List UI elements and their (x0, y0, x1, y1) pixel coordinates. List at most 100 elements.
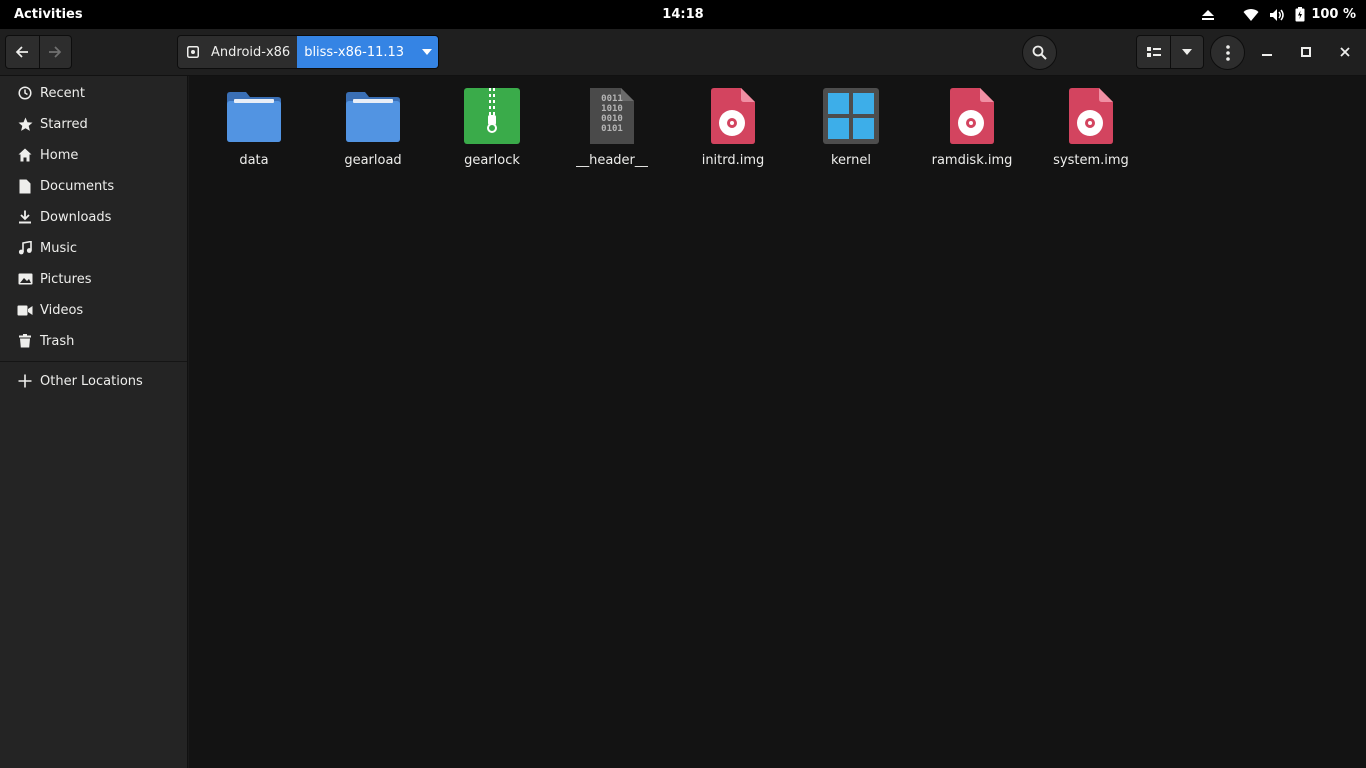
svg-text:0011: 0011 (601, 94, 623, 104)
video-icon (16, 305, 34, 316)
drive-icon (187, 46, 199, 58)
dropdown-arrow-icon (422, 49, 433, 55)
disk-image-icon (701, 86, 765, 146)
trash-icon (16, 334, 34, 348)
clock-container: 14:18 (0, 0, 1366, 29)
sidebar-item-label: Music (40, 240, 77, 256)
clock[interactable]: 14:18 (662, 7, 703, 22)
file-name: kernel (830, 153, 872, 168)
maximize-icon (1301, 47, 1311, 57)
header-bar: Android-x86 bliss-x86-11.13 (0, 29, 1366, 76)
file-name: gearload (344, 153, 402, 168)
file-name: gearlock (464, 153, 520, 168)
star-icon (16, 117, 34, 132)
sidebar-item-documents[interactable]: Documents (0, 171, 187, 201)
svg-text:0101: 0101 (601, 124, 623, 134)
home-icon (16, 148, 34, 162)
sidebar-item-label: Trash (40, 333, 75, 349)
minimize-icon (1262, 54, 1272, 56)
battery-percentage: 100 % (1311, 7, 1356, 22)
file-name: ramdisk.img (931, 153, 1013, 168)
sidebar-item-recent[interactable]: Recent (0, 78, 187, 108)
battery-icon[interactable] (1295, 7, 1305, 22)
path-crumb-current-label: bliss-x86-11.13 (304, 44, 405, 60)
folder-icon (341, 86, 405, 146)
sidebar: Recent Starred Home Documents Downloads … (0, 76, 188, 768)
file-name: __header__ (576, 153, 648, 168)
top-bar: Activities 14:18 100 % (0, 0, 1366, 29)
kebab-menu-icon (1225, 44, 1230, 61)
wifi-icon[interactable] (1243, 8, 1259, 22)
binary-file-icon: 0011 1010 0010 0101 (580, 86, 644, 146)
sidebar-item-videos[interactable]: Videos (0, 295, 187, 325)
system-tray[interactable]: 100 % (1201, 0, 1356, 29)
sidebar-item-starred[interactable]: Starred (0, 109, 187, 139)
file-name: data (239, 153, 269, 168)
view-dropdown-button[interactable] (1170, 36, 1203, 68)
music-icon (16, 241, 34, 255)
close-button[interactable] (1334, 41, 1356, 63)
sidebar-separator (0, 361, 187, 362)
file-item[interactable]: data (194, 86, 314, 168)
forward-arrow-icon (49, 46, 62, 58)
clock-icon (16, 86, 34, 100)
file-item[interactable]: initrd.img (673, 86, 793, 168)
list-view-button[interactable] (1137, 36, 1170, 68)
maximize-button[interactable] (1295, 41, 1317, 63)
main-menu-button[interactable] (1210, 35, 1245, 70)
back-button[interactable] (6, 36, 39, 68)
plus-icon (16, 374, 34, 388)
close-icon (1340, 47, 1350, 57)
file-item[interactable]: gearlock (432, 86, 552, 168)
search-icon (1032, 45, 1047, 60)
archive-icon (460, 86, 524, 146)
file-manager-window: Android-x86 bliss-x86-11.13 Recent Starr… (0, 29, 1366, 768)
svg-text:0010: 0010 (601, 114, 623, 124)
eject-icon[interactable] (1201, 8, 1215, 22)
sidebar-item-downloads[interactable]: Downloads (0, 202, 187, 232)
download-icon (16, 210, 34, 224)
navigation-buttons (5, 35, 72, 69)
file-item[interactable]: kernel (791, 86, 911, 168)
folder-icon (222, 86, 286, 146)
path-crumb-root-label: Android-x86 (211, 44, 291, 60)
minimize-button[interactable] (1256, 41, 1278, 63)
file-item[interactable]: system.img (1031, 86, 1151, 168)
forward-button[interactable] (38, 36, 72, 68)
sidebar-item-label: Home (40, 147, 79, 163)
path-bar: Android-x86 bliss-x86-11.13 (177, 35, 440, 69)
disk-image-icon (940, 86, 1004, 146)
activities-button[interactable]: Activities (14, 0, 83, 29)
svg-text:1010: 1010 (601, 104, 623, 114)
file-item[interactable]: gearload (313, 86, 433, 168)
sidebar-item-pictures[interactable]: Pictures (0, 264, 187, 294)
chevron-down-icon (1182, 49, 1192, 55)
sidebar-item-trash[interactable]: Trash (0, 326, 187, 356)
sidebar-item-music[interactable]: Music (0, 233, 187, 263)
disk-image-icon (1059, 86, 1123, 146)
list-view-icon (1146, 47, 1161, 57)
back-arrow-icon (16, 46, 29, 58)
sidebar-item-home[interactable]: Home (0, 140, 187, 170)
picture-icon (16, 273, 34, 285)
view-options (1136, 35, 1204, 69)
sidebar-item-label: Downloads (40, 209, 112, 225)
file-grid[interactable]: data gearload gearlock 0011 1010 0010 0101 … (189, 76, 1366, 768)
sidebar-item-label: Videos (40, 302, 84, 318)
sidebar-item-other-locations[interactable]: Other Locations (0, 366, 187, 396)
file-name: initrd.img (701, 153, 765, 168)
file-item[interactable]: 0011 1010 0010 0101 __header__ (552, 86, 672, 168)
file-item[interactable]: ramdisk.img (912, 86, 1032, 168)
file-name: system.img (1053, 153, 1129, 168)
kernel-executable-icon (819, 86, 883, 146)
sidebar-item-label: Pictures (40, 271, 92, 287)
document-icon (16, 179, 34, 194)
sidebar-item-label: Documents (40, 178, 115, 194)
search-button[interactable] (1022, 35, 1057, 70)
sidebar-item-label: Starred (40, 116, 88, 132)
path-crumb-current[interactable]: bliss-x86-11.13 (297, 36, 439, 68)
path-crumb-root[interactable]: Android-x86 (178, 36, 298, 68)
sidebar-item-label: Recent (40, 85, 85, 101)
sidebar-item-label: Other Locations (40, 373, 143, 389)
volume-icon[interactable] (1269, 8, 1285, 22)
